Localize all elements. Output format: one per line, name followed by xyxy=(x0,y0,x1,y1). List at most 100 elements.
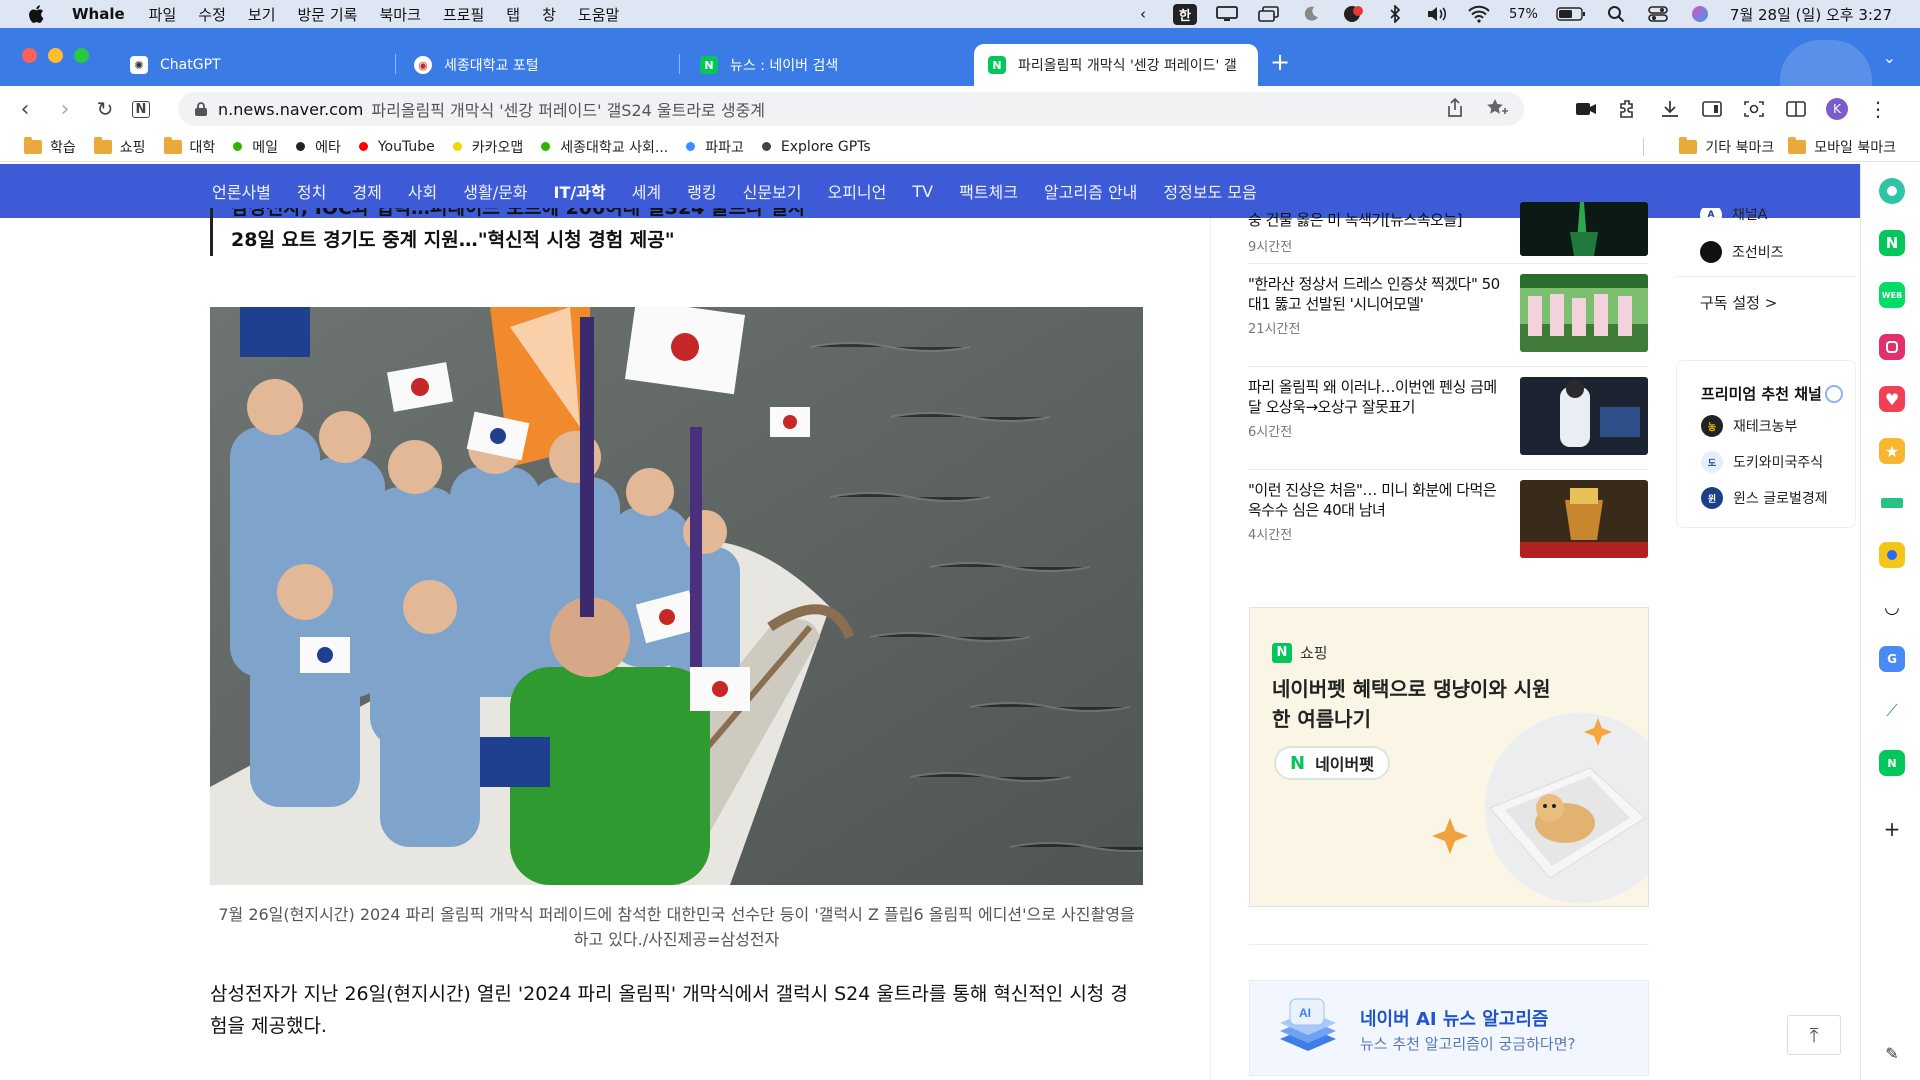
zoom-window-button[interactable] xyxy=(74,48,89,63)
news-thumbnail[interactable] xyxy=(1520,202,1648,256)
chevron-left-icon[interactable]: ‹ xyxy=(1131,4,1155,24)
more-menu-icon[interactable]: ⋮ xyxy=(1866,97,1890,121)
shopping-ad-banner[interactable]: N 쇼핑 네이버펫 혜택으로 댕냥이와 시원한 여름나기 N 네이버펫 xyxy=(1249,607,1649,907)
category-it-science[interactable]: IT/과학 xyxy=(554,179,606,203)
profile-avatar[interactable]: K xyxy=(1826,98,1848,120)
bookmark-folder-study[interactable]: 학습 xyxy=(24,136,76,157)
category-by-press[interactable]: 언론사별 xyxy=(212,179,271,203)
menu-view[interactable]: 보기 xyxy=(248,4,276,25)
channel-item[interactable]: 농 재테크농부 xyxy=(1677,408,1855,444)
category-opinion[interactable]: 오피니언 xyxy=(827,179,886,203)
channel-item[interactable]: 조선비즈 xyxy=(1676,234,1856,270)
category-world[interactable]: 세계 xyxy=(632,179,661,203)
split-view-icon[interactable] xyxy=(1784,97,1808,121)
menu-edit[interactable]: 수정 xyxy=(198,4,226,25)
wallet-icon[interactable] xyxy=(1879,490,1905,516)
notification-app-icon[interactable] xyxy=(1341,4,1365,24)
news-title[interactable]: 숭 건물 옳은 미 녹색기[뉴스속오늘] xyxy=(1248,210,1504,228)
menu-app-name[interactable]: Whale xyxy=(72,5,125,23)
bookmark-folder-university[interactable]: 대학 xyxy=(163,136,215,157)
category-life-culture[interactable]: 생활/문화 xyxy=(463,179,527,203)
naver-home-button[interactable]: N xyxy=(126,94,156,124)
list-item[interactable]: "이런 진상은 처음"… 미니 화분에 다먹은 옥수수 심은 40대 남녀 4시… xyxy=(1248,470,1648,573)
display-icon[interactable] xyxy=(1215,4,1239,24)
bookmark-explore-gpts[interactable]: Explore GPTs xyxy=(761,139,871,155)
category-factcheck[interactable]: 팩트체크 xyxy=(959,179,1018,203)
map-pin-icon[interactable] xyxy=(1879,542,1905,568)
search-icon[interactable] xyxy=(1604,4,1628,24)
video-record-icon[interactable] xyxy=(1574,97,1598,121)
channel-item[interactable]: 윈 윈스 글로벌경제 xyxy=(1677,480,1855,516)
naver-wallet-icon[interactable]: N xyxy=(1879,750,1905,776)
news-thumbnail[interactable] xyxy=(1520,274,1648,352)
news-title[interactable]: 파리 올림픽 왜 이러나…이번엔 펜싱 금메달 오상욱→오상구 잘못표기 xyxy=(1248,377,1504,417)
category-newspaper[interactable]: 신문보기 xyxy=(743,179,802,203)
webtoon-icon[interactable]: WEB xyxy=(1879,282,1905,308)
category-economy[interactable]: 경제 xyxy=(352,179,381,203)
add-app-icon[interactable]: + xyxy=(1879,816,1905,842)
bookmark-star-icon[interactable] xyxy=(1486,98,1508,122)
bookmark-everytime[interactable]: 에타 xyxy=(296,137,341,157)
menubar-clock[interactable]: 7월 28일 (일) 오후 3:27 xyxy=(1730,4,1892,25)
bookmark-kakaomap[interactable]: 카카오맵 xyxy=(452,137,523,157)
subscription-settings-link[interactable]: 구독 설정 > xyxy=(1676,276,1856,328)
category-society[interactable]: 사회 xyxy=(408,179,437,203)
pocket-icon[interactable]: ♥ xyxy=(1879,386,1905,412)
category-tv[interactable]: TV xyxy=(912,182,933,201)
channel-item[interactable]: 도 도키와미국주식 xyxy=(1677,444,1855,480)
stock-chart-icon[interactable]: ⟋ xyxy=(1879,698,1905,724)
window-stack-icon[interactable] xyxy=(1257,4,1281,24)
tab-list-chevron-icon[interactable]: ⌄ xyxy=(1883,48,1896,67)
menu-window[interactable]: 창 xyxy=(542,4,556,25)
instagram-icon[interactable] xyxy=(1879,334,1905,360)
input-method-indicator[interactable]: 한 xyxy=(1173,3,1197,25)
news-title[interactable]: "이런 진상은 처음"… 미니 화분에 다먹은 옥수수 심은 40대 남녀 xyxy=(1248,480,1504,520)
menu-history[interactable]: 방문 기록 xyxy=(298,4,358,25)
naverpet-button[interactable]: N 네이버펫 xyxy=(1274,746,1390,780)
bookmark-folder-other[interactable]: 기타 북마크 xyxy=(1679,137,1774,157)
tab-sejong-portal[interactable]: ◉ 세종대학교 포털 xyxy=(400,44,680,86)
menu-file[interactable]: 파일 xyxy=(149,4,177,25)
scroll-to-top-button[interactable]: ⤒ xyxy=(1787,1015,1841,1055)
volume-icon[interactable] xyxy=(1425,4,1449,24)
menu-profile[interactable]: 프로필 xyxy=(443,4,484,25)
list-item[interactable]: 숭 건물 옳은 미 녹색기[뉴스속오늘] 9시간전 xyxy=(1248,202,1648,264)
apple-logo-icon[interactable] xyxy=(26,3,48,25)
bookmark-folder-shopping[interactable]: 쇼핑 xyxy=(93,136,146,157)
share-icon[interactable] xyxy=(1446,97,1464,122)
pin-icon[interactable]: ✎ xyxy=(1879,1040,1905,1066)
reload-button[interactable]: ↻ xyxy=(90,94,120,124)
menu-bookmarks[interactable]: 북마크 xyxy=(379,4,420,25)
whale-space-icon[interactable] xyxy=(1879,178,1905,204)
control-center-icon[interactable] xyxy=(1646,4,1670,24)
menu-tab[interactable]: 탭 xyxy=(506,4,520,25)
favorites-star-icon[interactable]: ★ xyxy=(1879,438,1905,464)
translate-icon[interactable]: G xyxy=(1879,646,1905,672)
bookmark-sejong-social[interactable]: 세종대학교 사회... xyxy=(541,137,668,157)
tab-naver-news-active[interactable]: N 파리올림픽 개막식 '센강 퍼레이드' 갤 xyxy=(974,44,1258,86)
naver-sidebar-icon[interactable]: N xyxy=(1879,230,1905,256)
siri-icon[interactable] xyxy=(1688,4,1712,24)
forward-button[interactable]: › xyxy=(50,94,80,124)
wifi-icon[interactable] xyxy=(1467,4,1491,24)
category-corrections[interactable]: 정정보도 모음 xyxy=(1163,179,1256,203)
category-algorithm[interactable]: 알고리즘 안내 xyxy=(1044,179,1137,203)
capture-icon[interactable] xyxy=(1742,97,1766,121)
menu-help[interactable]: 도움말 xyxy=(578,4,619,25)
tab-naver-search[interactable]: N 뉴스 : 네이버 검색 xyxy=(686,44,966,86)
mobile-window-icon[interactable] xyxy=(1700,97,1724,121)
smile-icon[interactable]: ◡ xyxy=(1879,594,1905,620)
extensions-icon[interactable] xyxy=(1616,97,1640,121)
news-thumbnail[interactable] xyxy=(1520,377,1648,455)
bookmark-papago[interactable]: 파파고 xyxy=(686,137,744,157)
minimize-window-button[interactable] xyxy=(48,48,63,63)
close-window-button[interactable] xyxy=(22,48,37,63)
category-ranking[interactable]: 랭킹 xyxy=(687,179,716,203)
bookmark-youtube[interactable]: YouTube xyxy=(358,139,435,155)
bookmark-mail[interactable]: 메일 xyxy=(233,137,278,157)
tab-chatgpt[interactable]: ✺ ChatGPT xyxy=(116,44,396,86)
bookmark-folder-mobile[interactable]: 모바일 북마크 xyxy=(1788,137,1896,157)
list-item[interactable]: "한라산 정상서 드레스 인증샷 찍겠다" 50대1 뚫고 선발된 '시니어모델… xyxy=(1248,264,1648,367)
download-icon[interactable] xyxy=(1658,97,1682,121)
category-politics[interactable]: 정치 xyxy=(297,179,326,203)
